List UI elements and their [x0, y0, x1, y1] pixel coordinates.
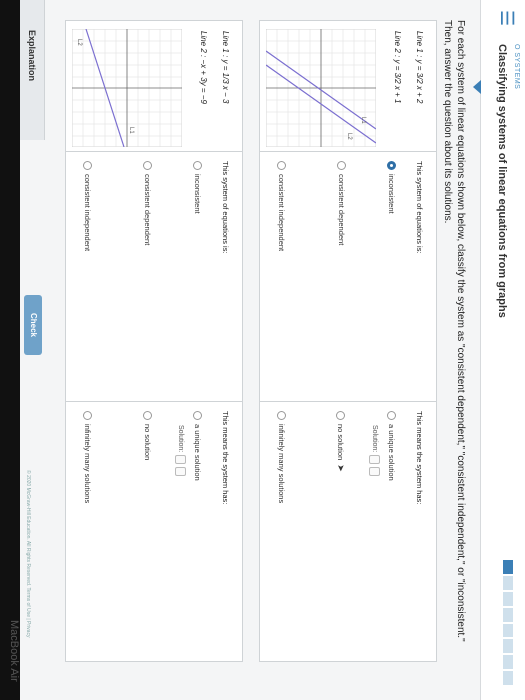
divider — [66, 151, 242, 152]
radio[interactable] — [143, 161, 152, 170]
solutions-prompt: This means the system has: — [415, 411, 424, 505]
instructions: For each system of linear equations show… — [442, 20, 466, 642]
divider — [260, 401, 436, 402]
progress-segment — [503, 639, 513, 654]
progress-segment — [503, 623, 513, 638]
screen: ☰ O SYSTEMS Classifying systems of linea… — [0, 0, 525, 700]
classify-prompt: This system of equations is: — [415, 161, 424, 254]
radio[interactable] — [193, 411, 202, 420]
line-1-equation: Line 1 : y = 1/3 x − 3 — [221, 31, 230, 104]
progress-segment — [503, 671, 513, 685]
option-label: consistent dependent — [143, 174, 152, 246]
explanation-button[interactable]: Explanation — [19, 0, 45, 140]
option-no-solution[interactable]: no solution ➤ — [335, 411, 346, 472]
option-infinitely-many[interactable]: infinitely many solutions — [83, 411, 92, 503]
solution-x-input[interactable] — [175, 455, 186, 465]
radio-selected[interactable] — [387, 161, 396, 170]
option-label: consistent independent — [277, 174, 286, 252]
radio[interactable] — [277, 411, 286, 420]
cursor-icon: ➤ — [336, 464, 346, 472]
option-consistent-dependent[interactable]: consistent dependent — [143, 161, 152, 245]
divider — [260, 151, 436, 152]
radio[interactable] — [83, 411, 92, 420]
check-button[interactable]: Check — [24, 295, 42, 355]
progress-segment — [503, 655, 513, 670]
radio[interactable] — [336, 411, 345, 420]
divider — [66, 401, 242, 402]
option-unique-solution[interactable]: a unique solution — [193, 411, 202, 481]
svg-text:L1: L1 — [128, 127, 134, 134]
page-title: Classifying systems of linear equations … — [496, 44, 508, 318]
radio[interactable] — [83, 161, 92, 170]
option-label: a unique solution — [387, 424, 396, 481]
progress-segment — [503, 607, 513, 622]
chevron-down-icon[interactable] — [473, 80, 481, 94]
radio[interactable] — [387, 411, 396, 420]
solution-x-input[interactable] — [369, 455, 380, 465]
option-label: a unique solution — [193, 424, 202, 481]
progress-bar — [503, 560, 513, 685]
graph-problem-2: L2 L1 — [72, 29, 182, 147]
solution-label: Solution: — [177, 425, 184, 453]
problem-1-panel: Line 1 : y = 3/2 x + 2 Line 2 : y = 3/2 … — [259, 20, 437, 662]
option-label: infinitely many solutions — [83, 424, 92, 504]
graph-problem-1: L1 L2 — [266, 29, 376, 147]
option-no-solution[interactable]: no solution — [143, 411, 152, 460]
option-label: no solution — [336, 424, 345, 461]
classify-prompt: This system of equations is: — [221, 161, 230, 254]
option-inconsistent[interactable]: inconsistent — [193, 161, 202, 214]
solution-entry: Solution: — [369, 425, 380, 477]
breadcrumb: O SYSTEMS — [513, 44, 520, 90]
option-consistent-dependent[interactable]: consistent dependent — [337, 161, 346, 245]
radio[interactable] — [277, 161, 286, 170]
solutions-prompt: This means the system has: — [221, 411, 230, 505]
option-label: inconsistent — [387, 174, 396, 214]
header: ☰ O SYSTEMS Classifying systems of linea… — [480, 0, 525, 700]
option-label: infinitely many solutions — [277, 424, 286, 504]
option-label: inconsistent — [193, 174, 202, 214]
option-label: consistent dependent — [337, 174, 346, 246]
option-label: consistent independent — [83, 174, 92, 252]
line-2-equation: Line 2 : y = 3/2 x + 1 — [393, 31, 402, 104]
radio[interactable] — [193, 161, 202, 170]
svg-text:L2: L2 — [346, 133, 352, 140]
line-2-equation: Line 2 : −x + 3y = −9 — [199, 31, 208, 104]
option-label: no solution — [143, 424, 152, 461]
solution-y-input[interactable] — [369, 467, 380, 477]
progress-segment — [503, 560, 513, 574]
radio[interactable] — [143, 411, 152, 420]
option-consistent-independent[interactable]: consistent independent — [277, 161, 286, 251]
option-unique-solution[interactable]: a unique solution — [387, 411, 396, 481]
line-1-equation: Line 1 : y = 3/2 x + 2 — [415, 31, 424, 104]
svg-text:L1: L1 — [360, 117, 366, 124]
copyright: © 2020 McGraw-Hill Education. All Rights… — [25, 470, 31, 638]
radio[interactable] — [337, 161, 346, 170]
laptop-brand: MacBook Air — [8, 620, 20, 682]
explanation-label: Explanation — [27, 30, 37, 82]
svg-text:L2: L2 — [76, 39, 82, 46]
laptop-bezel: MacBook Air — [0, 0, 20, 700]
solution-entry: Solution: — [175, 425, 186, 477]
option-inconsistent[interactable]: inconsistent — [387, 161, 396, 214]
option-consistent-independent[interactable]: consistent independent — [83, 161, 92, 251]
option-infinitely-many[interactable]: infinitely many solutions — [277, 411, 286, 503]
progress-segment — [503, 591, 513, 606]
photo-frame: ☰ O SYSTEMS Classifying systems of linea… — [0, 0, 525, 700]
problem-2-panel: Line 1 : y = 1/3 x − 3 Line 2 : −x + 3y … — [65, 20, 243, 662]
menu-icon[interactable]: ☰ — [496, 10, 517, 26]
progress-segment — [503, 575, 513, 590]
solution-label: Solution: — [371, 425, 378, 453]
solution-y-input[interactable] — [175, 467, 186, 477]
